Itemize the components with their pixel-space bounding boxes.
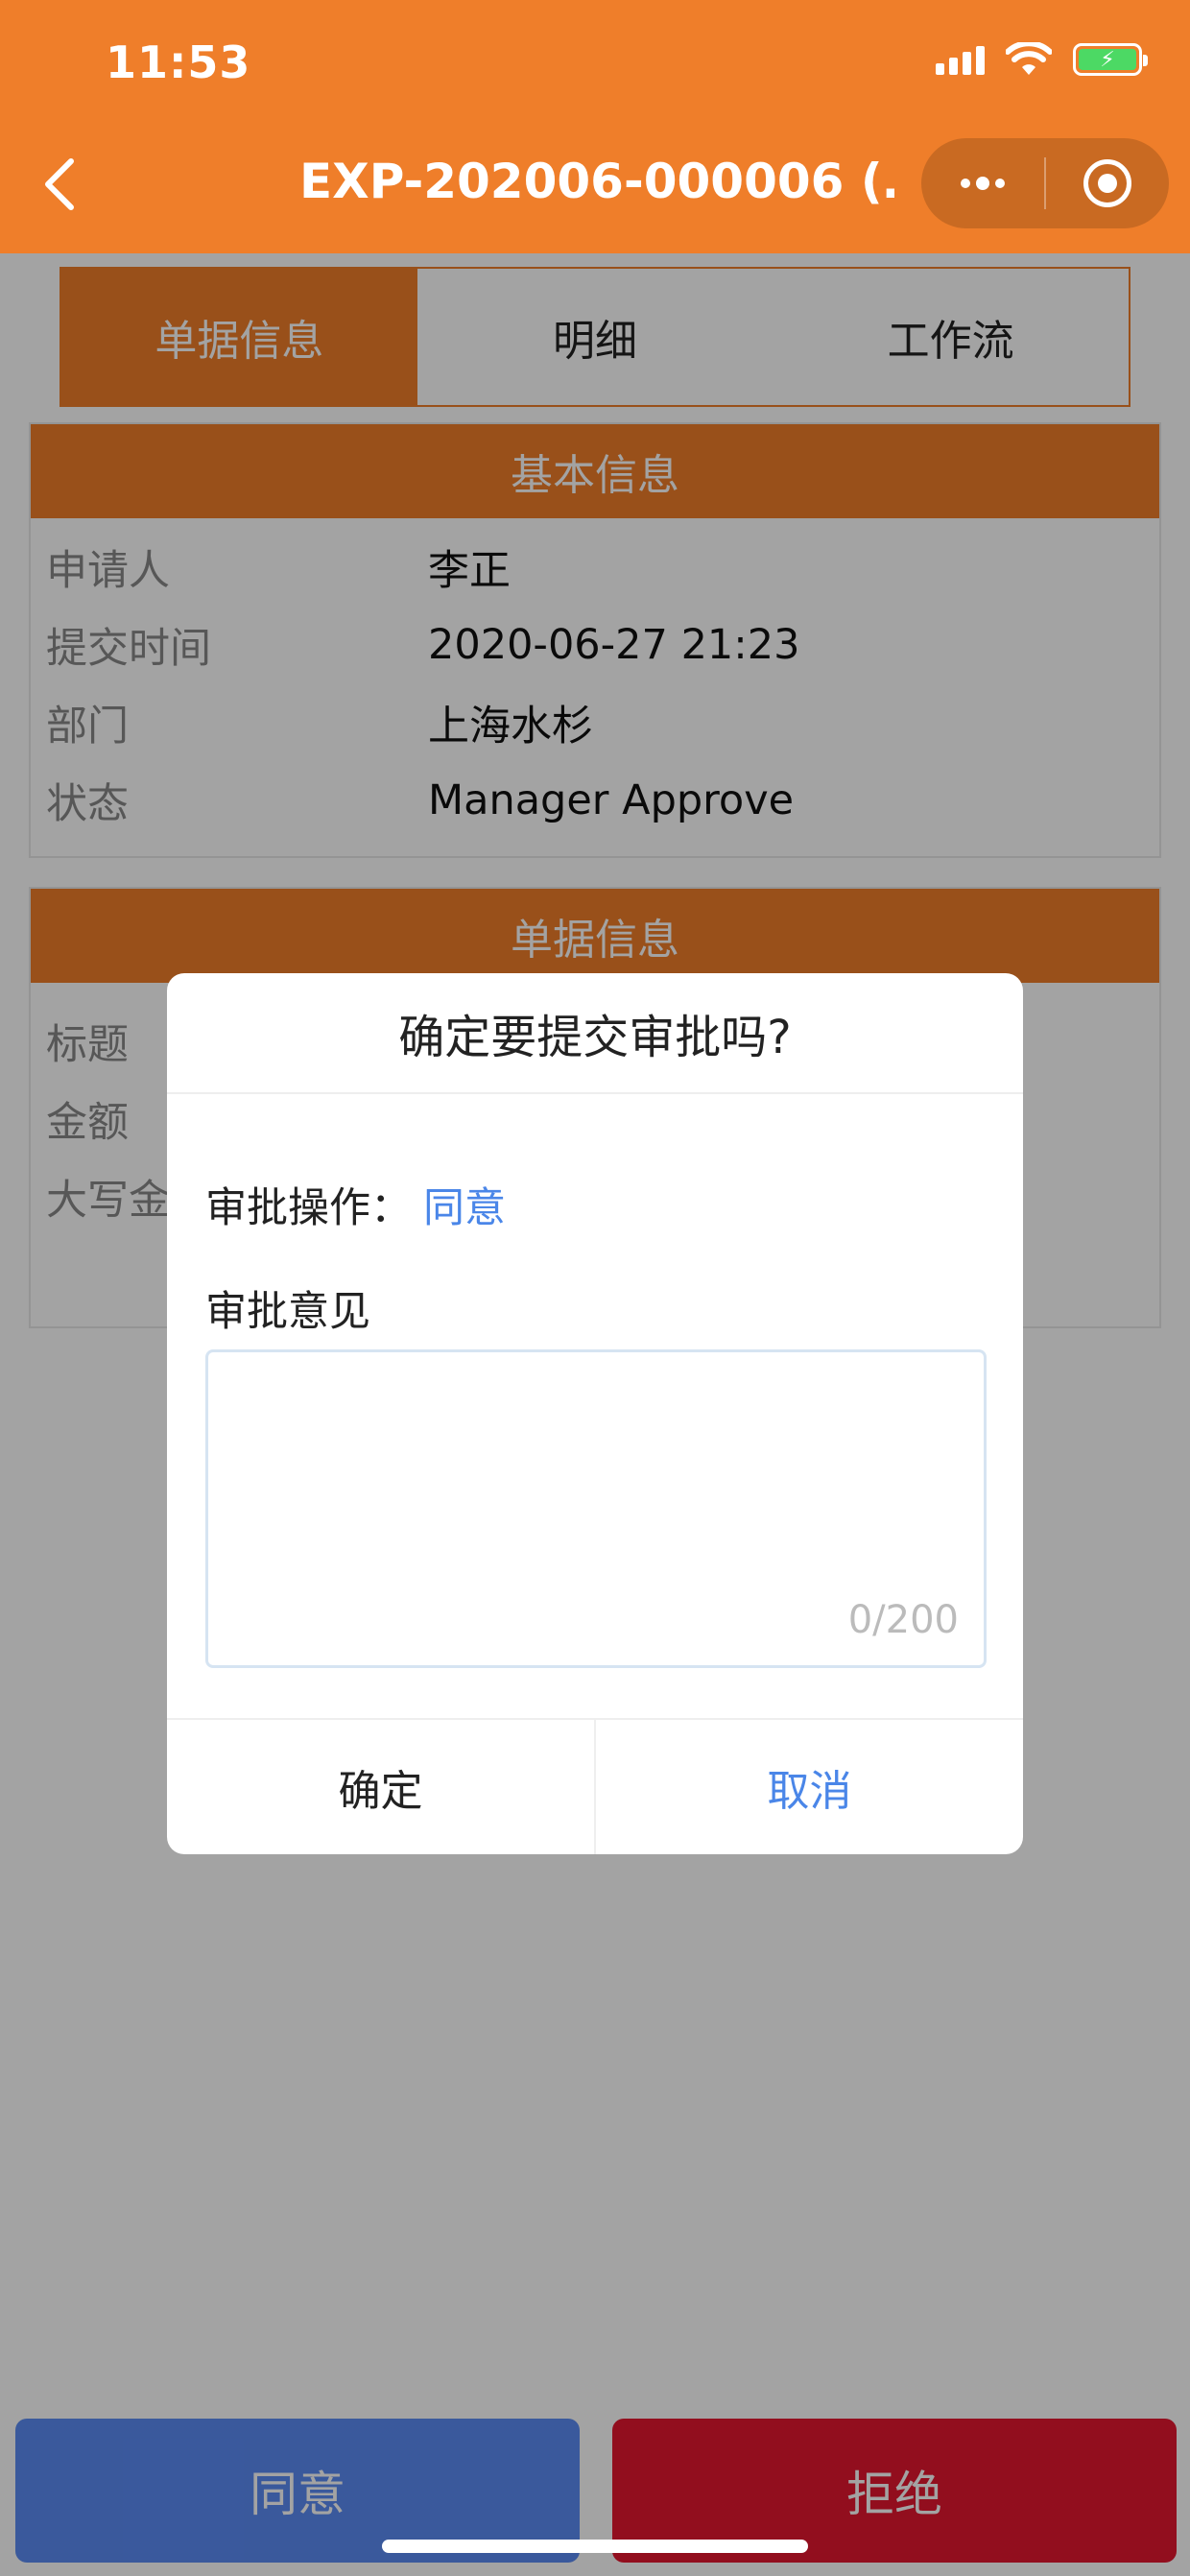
more-button[interactable] [921,138,1044,228]
close-program-button[interactable] [1046,138,1169,228]
char-counter: 0/200 [847,1598,959,1642]
operation-label: 审批操作： [205,1184,412,1232]
home-indicator [382,2540,808,2553]
dialog-title: 确定要提交审批吗? [167,973,1023,1094]
wifi-icon [1006,42,1052,75]
top-bar: 11:53 ⚡ EXP-202006-000006 (… [0,0,1190,253]
dialog-buttons: 确定 取消 [167,1718,1023,1854]
more-dots-icon [961,177,1005,190]
back-arrow-icon[interactable] [38,155,81,213]
cancel-button[interactable]: 取消 [596,1720,1023,1854]
battery-icon: ⚡ [1073,43,1148,76]
status-time: 11:53 [106,36,251,88]
target-icon [1083,159,1131,207]
confirm-dialog: 确定要提交审批吗? 审批操作： 同意 审批意见 0/200 确定 取消 [167,973,1023,1854]
signal-icon [936,44,985,75]
page-title: EXP-202006-000006 (… [299,154,894,209]
comment-textarea[interactable]: 0/200 [205,1349,987,1668]
operation-value[interactable]: 同意 [423,1175,506,1234]
comment-label: 审批意见 [205,1288,370,1336]
confirm-button[interactable]: 确定 [167,1720,596,1854]
status-icons: ⚡ [936,42,1148,77]
approval-operation: 审批操作： 同意 [205,1175,506,1234]
mini-program-capsule [921,138,1169,228]
